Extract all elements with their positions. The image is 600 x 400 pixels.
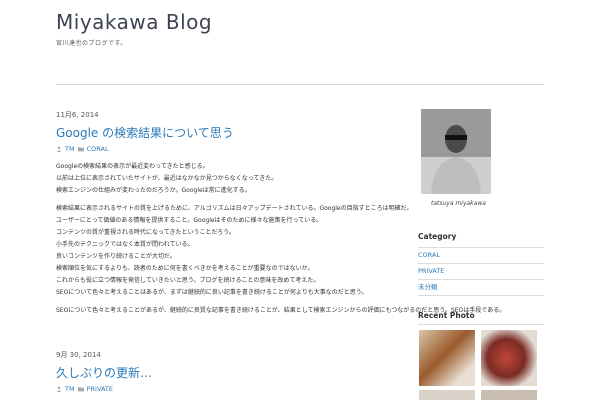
post-meta: TM CORAL	[56, 145, 396, 153]
post-paragraph: これからも役に立つ情報を発信していきたいと思う。ブログを続けることの意味を改めて…	[56, 277, 320, 284]
post-paragraph: SEOについて色々と考えることがあるが、継続的に良質な記事を書き続けることが、結…	[56, 307, 506, 314]
recent-photo-thumbnail[interactable]	[419, 390, 475, 400]
post-article: 9月 30, 2014 久しぶりの更新… TM PRIVATE	[56, 350, 396, 393]
post-paragraph: コンテンツの質が重視される時代になってきたということだろう。	[56, 229, 235, 236]
category-link-uncategorized[interactable]: 未分類	[418, 283, 438, 291]
user-icon	[56, 146, 62, 152]
post-paragraph: 検索エンジンの仕組みが変わったのだろうか。Googleは常に進化する。	[56, 187, 251, 194]
post-meta: TM PRIVATE	[56, 385, 396, 393]
category-link-private[interactable]: PRIVATE	[418, 267, 444, 275]
folder-icon	[77, 387, 84, 392]
list-item: PRIVATE	[418, 264, 544, 280]
post-paragraph: 検索順位を気にするよりも、読者のために何を書くべきかを考えることが重要なのではな…	[56, 265, 314, 272]
list-item: CORAL	[418, 248, 544, 264]
post-paragraph: 以前は上位に表示されていたサイトが、最近はなかなか見つからなくなってきた。	[56, 175, 278, 182]
widget-divider	[418, 324, 544, 325]
list-item: 未分類	[418, 280, 544, 296]
post-author-link[interactable]: TM	[65, 385, 75, 393]
post-category-link[interactable]: CORAL	[87, 145, 109, 153]
recent-photo-widget-title: Recent Photo	[418, 311, 475, 320]
post-content: Googleの検索結果の表示が最近変わってきたと感じる。 以前は上位に表示されて…	[56, 161, 506, 317]
post-paragraph: 小手先のテクニックではなく本質が問われている。	[56, 241, 194, 248]
post-date: 11月6, 2014	[56, 111, 99, 119]
post-paragraph: Googleの検索結果の表示が最近変わってきたと感じる。	[56, 163, 209, 170]
profile-photo	[421, 109, 491, 194]
user-icon	[56, 386, 62, 392]
post-paragraph: 良いコンテンツを作り続けることが大切だ。	[56, 253, 176, 260]
post-category-link[interactable]: PRIVATE	[87, 385, 113, 393]
profile-caption: tatsuya miyakawa	[431, 200, 486, 207]
category-list: CORAL PRIVATE 未分類	[418, 247, 544, 296]
post-title-link[interactable]: Google の検索結果について思う	[56, 124, 396, 141]
site-title[interactable]: Miyakawa Blog	[56, 10, 212, 34]
post-paragraph: ユーザーにとって価値のある情報を提供すること。Googleはそのために様々な施策…	[56, 217, 323, 224]
post-paragraph: SEOについて色々と考えることはあるが、まずは継続的に良い記事を書き続けることが…	[56, 289, 368, 296]
category-link-coral[interactable]: CORAL	[418, 251, 440, 259]
post-author-link[interactable]: TM	[65, 145, 75, 153]
header-divider	[56, 84, 544, 85]
recent-photo-thumbnail[interactable]	[419, 330, 475, 386]
post-article: 11月6, 2014 Google の検索結果について思う TM CORAL G…	[56, 110, 506, 323]
recent-photo-thumbnail[interactable]	[481, 390, 537, 400]
post-date: 9月 30, 2014	[56, 351, 101, 359]
post-title-link[interactable]: 久しぶりの更新…	[56, 364, 396, 381]
folder-icon	[77, 147, 84, 152]
person-silhouette-icon	[421, 109, 491, 194]
recent-photo-thumbnail[interactable]	[481, 330, 537, 386]
post-paragraph: 検索結果に表示されるサイトの質を上げるために、アルゴリズムは日々アップデートされ…	[56, 205, 413, 212]
site-description: 宮川達也のブログです。	[56, 40, 127, 47]
category-widget-title: Category	[418, 232, 457, 241]
